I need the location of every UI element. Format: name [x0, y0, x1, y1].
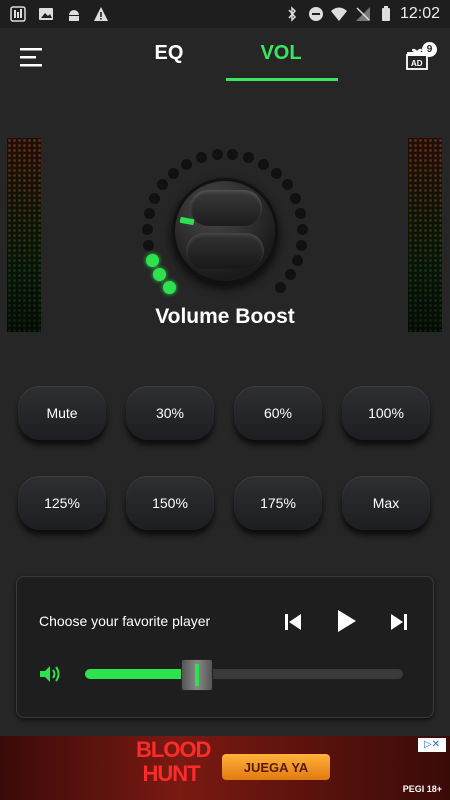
knob-dot	[141, 223, 153, 235]
top-bar: EQ VOL AD 9	[0, 28, 450, 86]
volume-slider-fill	[85, 669, 197, 679]
ad-cta-button[interactable]: JUEGA YA	[222, 754, 330, 780]
preset-button-125[interactable]: 125%	[18, 476, 106, 530]
page-title: Volume Boost	[155, 305, 295, 328]
knob-dot	[296, 239, 308, 251]
ad-count-badge: 9	[422, 42, 437, 57]
knob-dot	[270, 167, 282, 179]
volume-knob[interactable]	[135, 140, 315, 320]
ad-choices-icon[interactable]: ▷✕	[418, 738, 446, 752]
knob-dot	[292, 255, 304, 267]
active-tab-indicator	[226, 78, 338, 81]
knob-dot	[168, 167, 180, 179]
knob-dot	[149, 193, 161, 204]
knob-dot	[295, 208, 307, 220]
player-card: Choose your favorite player	[16, 576, 434, 718]
knob-dial[interactable]	[172, 178, 278, 284]
menu-icon[interactable]	[20, 47, 42, 67]
battery-icon	[382, 6, 390, 21]
knob-dot	[297, 223, 309, 235]
android-icon	[69, 10, 79, 21]
knob-dot	[211, 148, 223, 160]
ad-gift-button[interactable]: AD 9	[406, 42, 437, 74]
preset-button-30[interactable]: 30%	[126, 386, 214, 440]
do-not-disturb-icon	[309, 7, 323, 21]
knob-dot	[274, 281, 286, 293]
knob-dot-active	[145, 254, 159, 268]
knob-dot	[181, 158, 193, 170]
tab-vol[interactable]: VOL	[226, 42, 336, 65]
knob-dot	[289, 193, 301, 204]
knob-indicator	[179, 216, 195, 226]
next-icon[interactable]	[387, 609, 411, 635]
preset-button-mute[interactable]: Mute	[18, 386, 106, 440]
ad-badge-label: AD	[411, 59, 423, 68]
preset-button-175[interactable]: 175%	[234, 476, 322, 530]
ad-rating: PEGI 18+	[402, 784, 442, 794]
volume-slider[interactable]	[85, 659, 403, 691]
play-icon[interactable]	[333, 607, 359, 635]
knob-dot	[281, 179, 293, 191]
level-meter-right	[408, 138, 442, 332]
choose-player-label[interactable]: Choose your favorite player	[39, 613, 210, 629]
preset-button-100[interactable]: 100%	[342, 386, 430, 440]
status-bar: 12:02	[0, 0, 450, 28]
knob-dot-active	[153, 268, 167, 282]
ad-banner[interactable]: BLOOD HUNT JUEGA YA ▷✕ PEGI 18+	[0, 736, 450, 800]
knob-dot	[284, 269, 296, 281]
volume-slider-thumb[interactable]	[181, 659, 214, 691]
tab-eq[interactable]: EQ	[114, 42, 224, 65]
knob-dot	[195, 152, 207, 164]
speaker-icon	[40, 666, 60, 682]
knob-dot-active	[163, 280, 177, 294]
knob-dot	[243, 152, 255, 164]
previous-icon[interactable]	[281, 609, 305, 635]
preset-button-150[interactable]: 150%	[126, 476, 214, 530]
no-signal-icon	[356, 7, 370, 21]
knob-dot	[257, 158, 269, 170]
knob-dot	[143, 208, 155, 220]
knob-dot	[157, 179, 169, 191]
preset-button-60[interactable]: 60%	[234, 386, 322, 440]
knob-dot	[227, 148, 239, 160]
wifi-icon	[331, 7, 347, 21]
image-icon	[39, 8, 53, 20]
preset-button-max[interactable]: Max	[342, 476, 430, 530]
ad-title[interactable]: BLOOD HUNT	[136, 738, 211, 786]
bluetooth-icon	[288, 6, 297, 22]
equalizer-app-icon	[10, 6, 26, 22]
knob-dot	[142, 239, 154, 251]
status-time: 12:02	[399, 5, 440, 22]
level-meter-left	[7, 138, 41, 332]
warning-icon	[94, 7, 108, 21]
